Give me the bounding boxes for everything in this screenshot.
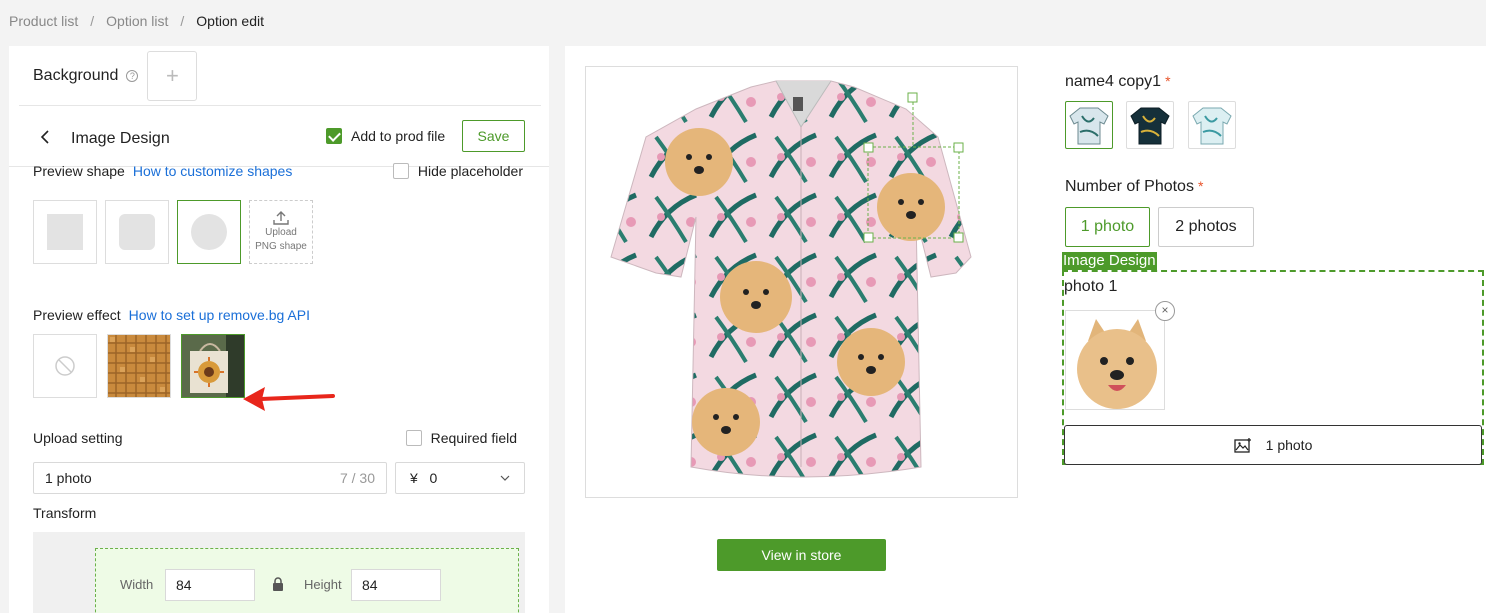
transform-area: Width 84 Height 84 [33, 532, 525, 613]
required-star: * [1165, 73, 1171, 89]
price-select[interactable]: ¥ 0 [395, 462, 525, 494]
chevron-down-icon [500, 475, 510, 481]
image-upload-icon [1233, 438, 1251, 453]
image-design-area: photo 1 × 1 photo [1062, 270, 1484, 465]
shape-rounded[interactable] [105, 200, 169, 264]
preview-effect-label: Preview effect [33, 307, 121, 323]
design-header: Image Design Add to prod file Save [9, 114, 549, 162]
number-title-text: Number of Photos [1065, 178, 1194, 195]
swatch-teal-shirt[interactable] [1188, 101, 1236, 149]
required-field-checkbox[interactable]: Required field [405, 430, 517, 446]
close-icon[interactable]: × [1155, 301, 1175, 321]
hide-placeholder-checkbox[interactable]: Hide placeholder [392, 163, 523, 179]
required-field-label: Required field [430, 430, 517, 446]
tote-bag-image [182, 335, 244, 397]
effect-woven[interactable] [107, 334, 171, 398]
shirt-thumbnail [1192, 107, 1232, 145]
upload-png-line2: PNG shape [255, 241, 307, 252]
background-row: Background ? + [33, 51, 198, 101]
square-shape-icon [47, 214, 83, 250]
breadcrumb: Product list / Option list / Option edit [9, 13, 264, 29]
shape-circle[interactable] [177, 200, 241, 264]
view-in-store-button[interactable]: View in store [717, 539, 886, 571]
number-of-photos-title: Number of Photos * [1065, 178, 1203, 196]
breadcrumb-product-list[interactable]: Product list [9, 13, 78, 29]
upload-photo-label: 1 photo [1265, 437, 1313, 453]
breadcrumb-current: Option edit [196, 13, 264, 29]
currency-symbol: ¥ [410, 470, 418, 486]
circle-shape-icon [191, 214, 227, 250]
add-to-prod-checkbox[interactable]: Add to prod file [326, 128, 445, 144]
shape-square[interactable] [33, 200, 97, 264]
height-input[interactable]: 84 [351, 569, 441, 601]
upload-icon [273, 211, 289, 225]
checkbox-icon[interactable] [405, 430, 422, 446]
dog-photo [1066, 311, 1164, 409]
preview-shape-row: Preview shape How to customize shapes Hid… [33, 163, 523, 179]
product-preview [585, 66, 1018, 498]
upload-png-line1: Upload [265, 227, 297, 238]
photo-option-1[interactable]: 1 photo [1065, 207, 1150, 247]
background-label: Background [33, 67, 119, 84]
dog-face-icon [665, 128, 733, 196]
upload-png-shape-button[interactable]: Upload PNG shape [249, 200, 313, 264]
disabled-icon [55, 356, 75, 376]
shirt-thumbnail [1130, 107, 1170, 145]
upload-setting-row: Upload setting Required field [33, 430, 517, 446]
preview-effect-row: Preview effect How to set up remove.bg AP… [33, 307, 310, 323]
photo-option-2[interactable]: 2 photos [1158, 207, 1254, 247]
chevron-left-icon[interactable] [39, 130, 53, 144]
option-name-value: 1 photo [45, 470, 92, 486]
photo-label: photo 1 [1064, 278, 1118, 295]
required-star: * [1197, 178, 1204, 194]
transform-frame: Width 84 Height 84 [95, 548, 519, 613]
shirt-thumbnail [1069, 107, 1109, 145]
preview-shape-label: Preview shape [33, 163, 125, 179]
customize-shapes-link[interactable]: How to customize shapes [133, 163, 293, 179]
removebg-link[interactable]: How to set up remove.bg API [129, 307, 310, 323]
upload-setting-label: Upload setting [33, 430, 123, 446]
option-title: name4 copy1 * [1065, 73, 1171, 91]
checkbox-icon[interactable] [392, 163, 409, 179]
width-label: Width [120, 577, 154, 592]
upload-photo-button[interactable]: 1 photo [1064, 425, 1482, 465]
option-name-input[interactable]: 1 photo 7 / 30 [33, 462, 387, 494]
red-arrow-icon [243, 387, 335, 411]
add-background-button[interactable]: + [147, 51, 198, 101]
breadcrumb-separator: / [90, 13, 95, 29]
breadcrumb-option-list[interactable]: Option list [106, 13, 168, 29]
swatch-pink-shirt[interactable] [1065, 101, 1113, 149]
lock-icon[interactable] [272, 577, 284, 592]
save-button[interactable]: Save [462, 120, 525, 152]
help-icon[interactable]: ? [126, 70, 139, 82]
checkbox-checked-icon[interactable] [326, 128, 342, 144]
woven-texture-icon [108, 335, 170, 397]
rounded-square-icon [119, 214, 155, 250]
image-design-tag: Image Design [1062, 252, 1157, 270]
hide-placeholder-label: Hide placeholder [417, 163, 523, 179]
transform-label: Transform [33, 505, 97, 521]
settings-panel: Background ? + Image Design Add to prod … [9, 46, 549, 613]
height-label: Height [304, 577, 342, 592]
add-to-prod-label: Add to prod file [351, 128, 446, 144]
price-value: 0 [429, 470, 438, 486]
effect-tote-bag[interactable] [181, 334, 245, 398]
effect-none[interactable] [33, 334, 97, 398]
preview-panel: View in store name4 copy1 * Number of Pho… [565, 46, 1486, 613]
breadcrumb-separator: / [180, 13, 185, 29]
design-title: Image Design [71, 130, 170, 147]
character-count: 7 / 30 [339, 470, 375, 486]
width-input[interactable]: 84 [165, 569, 255, 601]
shirt-preview-image [610, 80, 972, 478]
uploaded-photo[interactable] [1065, 310, 1165, 410]
option-title-text: name4 copy1 [1065, 73, 1162, 90]
swatch-dark-shirt[interactable] [1126, 101, 1174, 149]
divider [19, 105, 541, 106]
